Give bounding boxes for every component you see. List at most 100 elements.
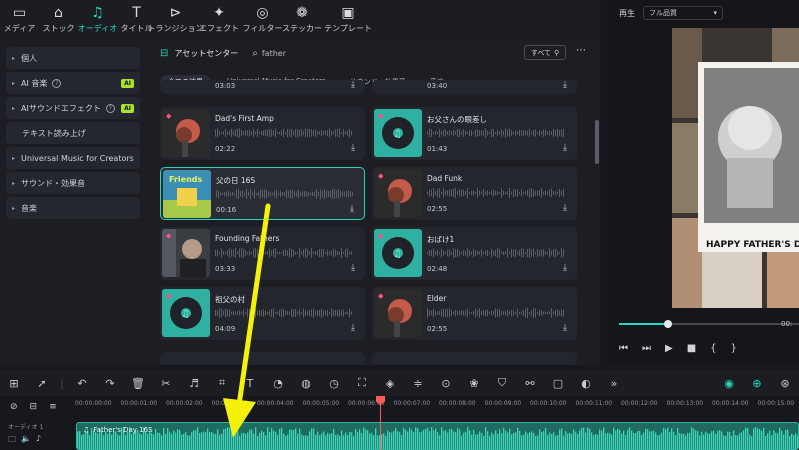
audio-card[interactable]: Friends 父の日 16S 00:16 ⤓ <box>160 167 365 220</box>
help-icon[interactable]: ? <box>105 103 115 113</box>
track-tools: ⊘ ⊟ ≡ <box>10 402 57 412</box>
sidebar-item-5[interactable]: ▸ サウンド・効果音 <box>6 172 140 194</box>
audio-card[interactable]: ◆ Founding Fathers 03:33 ⤓ <box>160 227 365 280</box>
track-height-icon[interactable]: ≡ <box>49 402 57 412</box>
sidebar-item-label: 音楽 <box>21 203 38 213</box>
download-icon[interactable]: ⤓ <box>351 263 355 273</box>
split-icon[interactable]: ✂ <box>152 377 180 390</box>
toolbar-tab-7[interactable]: ❁ ステッカー <box>282 0 322 40</box>
more-options-icon[interactable]: ⋯ <box>576 45 586 56</box>
marker-icon[interactable]: ⊛ <box>771 377 799 390</box>
previous-frame-icon[interactable]: ⏮ <box>619 343 628 354</box>
sidebar-item-4[interactable]: ▸ Universal Music for Creators <box>6 147 140 169</box>
audio-card[interactable]: ♫ ◆ おばけ1 02:48 ⤓ <box>372 227 577 280</box>
download-icon[interactable]: ⤓ <box>563 80 567 90</box>
sidebar-item-label: 個人 <box>21 53 38 63</box>
audio-card-partial[interactable] <box>372 352 577 365</box>
download-icon[interactable]: ⤓ <box>563 143 567 153</box>
step-forward-icon[interactable]: ⏭ <box>642 343 651 354</box>
toolbar-tab-4[interactable]: ⊳ トランジション <box>148 0 204 40</box>
adjust-icon[interactable]: ≑ <box>404 377 432 390</box>
text-icon[interactable]: T <box>236 377 264 390</box>
sidebar-item-1[interactable]: ▸ AI 音楽? AI <box>6 72 140 94</box>
delete-icon[interactable]: 🗑 <box>124 377 152 390</box>
playback-progress[interactable] <box>619 320 799 328</box>
toolbar-tab-6[interactable]: ◎ フィルター <box>243 0 283 40</box>
audio-card[interactable]: ◆ Dad's First Amp 02:22 ⤓ <box>160 107 365 160</box>
toolbar-tab-label: ストック <box>42 24 75 33</box>
download-icon[interactable]: ⤓ <box>563 323 567 333</box>
snapshot-icon[interactable]: ▢ <box>544 377 572 390</box>
search-input[interactable]: ⌕ father <box>252 48 472 59</box>
select-tool-icon[interactable]: ➚ <box>28 377 56 390</box>
toolbar-tab-3[interactable]: T タイトル <box>117 0 156 40</box>
toolbar-tab-0[interactable]: ▭ メディア <box>0 0 39 40</box>
sidebar-item-6[interactable]: ▸ 音楽 <box>6 197 140 219</box>
asset-center-button[interactable]: ⊟ アセットセンター <box>160 48 238 59</box>
audio-card[interactable]: ◆ Elder 02:55 ⤓ <box>372 287 577 340</box>
audio-card[interactable]: ◆ Dad Funk 02:55 ⤓ <box>372 167 577 220</box>
folder-icon[interactable]: 🗀 <box>8 434 16 448</box>
progress-knob[interactable] <box>664 320 672 328</box>
sidebar-item-3[interactable]: テキスト読み上げ <box>6 122 140 144</box>
time-ruler[interactable]: 00:00:00:00 00:00:01:00 00:00:02:00 00:00:0… <box>75 398 799 414</box>
magnet-icon[interactable]: ⊕ <box>743 377 771 390</box>
toolbar-tab-5[interactable]: ✦ エフェクト <box>195 0 243 40</box>
download-icon[interactable]: ⤓ <box>351 80 355 90</box>
ripple-icon[interactable]: ◐ <box>572 377 600 390</box>
preview-video[interactable]: HAPPY FATHER'S D <box>672 28 799 308</box>
sidebar-item-2[interactable]: ▸ AIサウンドエフェクト? AI <box>6 97 140 119</box>
download-icon[interactable]: ⤓ <box>351 143 355 153</box>
play-icon[interactable]: ▶ <box>665 343 673 354</box>
audio-clip[interactable]: ♫ Father's Day 16S <box>76 422 799 450</box>
quality-select[interactable]: フル品質 ▾ <box>643 6 723 20</box>
redo-icon[interactable]: ↷ <box>96 377 124 390</box>
toolbar-tab-1[interactable]: ⌂ ストック <box>39 0 78 40</box>
mark-in-icon[interactable]: { <box>710 343 716 354</box>
sticker-icon[interactable]: ❀ <box>460 377 488 390</box>
playhead[interactable] <box>380 398 381 450</box>
audio-card-partial[interactable] <box>160 352 365 365</box>
color-icon[interactable]: ◍ <box>292 377 320 390</box>
audio-card-partial[interactable]: 03:03 ⤓ <box>160 80 365 94</box>
link-track-icon[interactable]: ⊟ <box>30 402 38 412</box>
ruler-tick: 00:00:07:00 <box>393 400 431 407</box>
card-duration: 02:55 <box>427 325 448 333</box>
help-icon[interactable]: ? <box>52 78 62 88</box>
ai-cut-icon[interactable]: ⊙ <box>432 377 460 390</box>
audio-card[interactable]: ♫ ◆ 祖父の村 04:09 ⤓ <box>160 287 365 340</box>
mask-icon[interactable]: ◈ <box>376 377 404 390</box>
layout-icon[interactable]: ⊞ <box>0 377 28 390</box>
add-track-icon[interactable]: ⊘ <box>10 402 18 412</box>
mute-icon[interactable]: ♪ <box>36 434 41 448</box>
results-scrollbar[interactable] <box>595 120 599 164</box>
fit-icon[interactable]: ⛶ <box>348 376 376 390</box>
download-icon[interactable]: ⤓ <box>563 203 567 213</box>
crop-icon[interactable]: ⌗ <box>208 376 236 390</box>
audio-card[interactable]: ♫ ◆ お父さんの眼差し 01:43 ⤓ <box>372 107 577 160</box>
download-icon[interactable]: ⤓ <box>350 204 354 214</box>
ai-assist-icon[interactable]: ◉ <box>715 377 743 390</box>
mark-out-icon[interactable]: } <box>731 343 737 354</box>
speed-icon[interactable]: ◔ <box>264 377 292 390</box>
more-tools-icon[interactable]: » <box>600 377 628 390</box>
download-icon[interactable]: ⤓ <box>563 263 567 273</box>
volume-icon[interactable]: 🔈 <box>21 434 31 448</box>
timeline-area: ⊘ ⊟ ≡ 00:00:00:00 00:00:01:00 00:00:02:00 0… <box>0 396 799 450</box>
toolbar-tab-2[interactable]: ♫ オーディオ <box>78 0 117 40</box>
timer-icon[interactable]: ◷ <box>320 377 348 390</box>
link-icon[interactable]: ⚯ <box>516 377 544 390</box>
shield-icon[interactable]: ⛉ <box>488 376 516 390</box>
stop-icon[interactable]: ■ <box>687 343 696 354</box>
sidebar-item-0[interactable]: ▸ 個人 <box>6 47 140 69</box>
audio-edit-icon[interactable]: ♬ <box>180 377 208 390</box>
undo-icon[interactable]: ↶ <box>68 377 96 390</box>
card-title: Elder <box>427 294 447 303</box>
toolbar-tab-8[interactable]: ▣ テンプレート <box>322 0 374 40</box>
track-name: オーディオ 1 <box>8 424 44 431</box>
card-duration: 02:48 <box>427 265 448 273</box>
card-duration: 03:33 <box>215 265 236 273</box>
download-icon[interactable]: ⤓ <box>351 323 355 333</box>
filter-button[interactable]: すべて ⚲ <box>524 45 566 60</box>
audio-card-partial[interactable]: 03:40 ⤓ <box>372 80 577 94</box>
